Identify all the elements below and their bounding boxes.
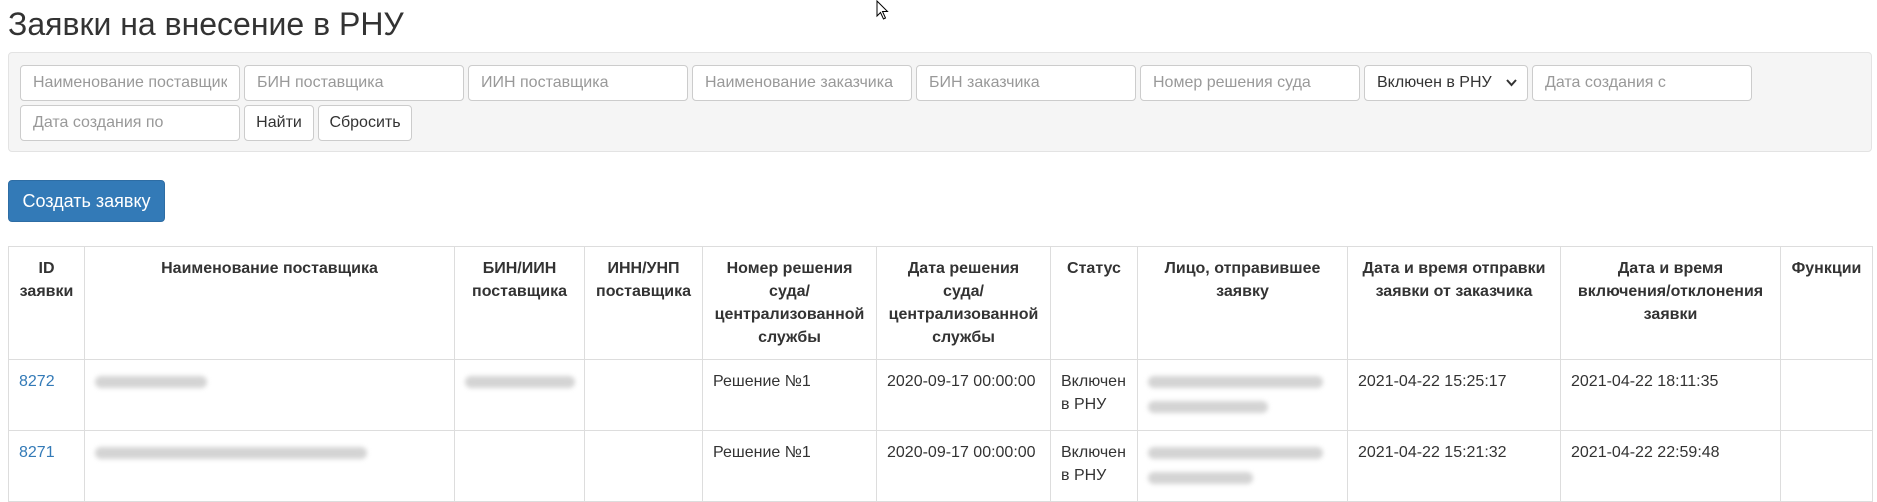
decided-at-cell: 2021-04-22 22:59:48 [1560, 430, 1781, 502]
requests-table: ID заявки Наименование поставщика БИН/ИИ… [8, 246, 1873, 502]
header-id: ID заявки [8, 246, 85, 360]
decision-number-cell: Решение №1 [702, 430, 877, 502]
redacted-text [1148, 447, 1323, 459]
status-select[interactable]: Включен в РНУ [1364, 65, 1528, 101]
status-select-value: Включен в РНУ [1377, 74, 1492, 91]
decision-date-cell: 2020-09-17 00:00:00 [876, 430, 1051, 502]
status-cell: Включен в РНУ [1050, 430, 1138, 502]
header-sent-at: Дата и время отправки заявки от заказчик… [1347, 246, 1561, 360]
header-status: Статус [1050, 246, 1138, 360]
sender-cell [1137, 359, 1348, 431]
filter-panel: Включен в РНУ Найти Сбросить [8, 52, 1872, 152]
supplier-name-input[interactable] [20, 65, 240, 101]
decision-number-cell: Решение №1 [702, 359, 877, 431]
table-row: 8271 Решение №1 2020-09-17 00:00:00 Вклю… [8, 430, 1873, 502]
customer-name-input[interactable] [692, 65, 912, 101]
inn-unp-cell [584, 430, 703, 502]
court-decision-number-input[interactable] [1140, 65, 1360, 101]
inn-unp-cell [584, 359, 703, 431]
bin-iin-cell [454, 430, 585, 502]
chevron-down-icon [1506, 66, 1517, 113]
decided-at-cell: 2021-04-22 18:11:35 [1560, 359, 1781, 431]
sent-at-cell: 2021-04-22 15:21:32 [1347, 430, 1561, 502]
redacted-text [1148, 376, 1323, 388]
header-inn-unp: ИНН/УНП поставщика [584, 246, 703, 360]
functions-cell [1780, 430, 1873, 502]
header-sender: Лицо, отправившее заявку [1137, 246, 1348, 360]
sent-at-cell: 2021-04-22 15:25:17 [1347, 359, 1561, 431]
status-cell: Включен в РНУ [1050, 359, 1138, 431]
header-decision-number: Номер решения суда/ централизованной слу… [702, 246, 877, 360]
request-id-link[interactable]: 8272 [19, 373, 55, 390]
redacted-text [1148, 472, 1253, 484]
created-from-input[interactable] [1532, 65, 1752, 101]
create-request-button[interactable]: Создать заявку [8, 180, 165, 222]
header-functions: Функции [1780, 246, 1873, 360]
sender-cell [1137, 430, 1348, 502]
redacted-text [465, 376, 575, 388]
page-title: Заявки на внесение в РНУ [8, 6, 404, 42]
header-bin-iin: БИН/ИИН поставщика [454, 246, 585, 360]
header-decided-at: Дата и время включения/отклонения заявки [1560, 246, 1781, 360]
reset-button[interactable]: Сбросить [318, 105, 412, 141]
header-supplier-name: Наименование поставщика [84, 246, 455, 360]
supplier-name-cell [84, 359, 455, 431]
customer-bin-input[interactable] [916, 65, 1136, 101]
bin-iin-cell [454, 359, 585, 431]
redacted-text [95, 376, 207, 388]
supplier-name-cell [84, 430, 455, 502]
header-decision-date: Дата решения суда/ централизованной служ… [876, 246, 1051, 360]
supplier-iin-input[interactable] [468, 65, 688, 101]
redacted-text [95, 447, 367, 459]
decision-date-cell: 2020-09-17 00:00:00 [876, 359, 1051, 431]
table-row: 8272 Решение №1 2020-09-17 00:00:00 Вклю… [8, 359, 1873, 431]
supplier-bin-input[interactable] [244, 65, 464, 101]
functions-cell [1780, 359, 1873, 431]
request-id-link[interactable]: 8271 [19, 444, 55, 461]
redacted-text [1148, 401, 1268, 413]
table-header-row: ID заявки Наименование поставщика БИН/ИИ… [8, 246, 1873, 360]
mouse-pointer-icon [876, 0, 889, 20]
created-to-input[interactable] [20, 105, 240, 141]
find-button[interactable]: Найти [244, 105, 314, 141]
